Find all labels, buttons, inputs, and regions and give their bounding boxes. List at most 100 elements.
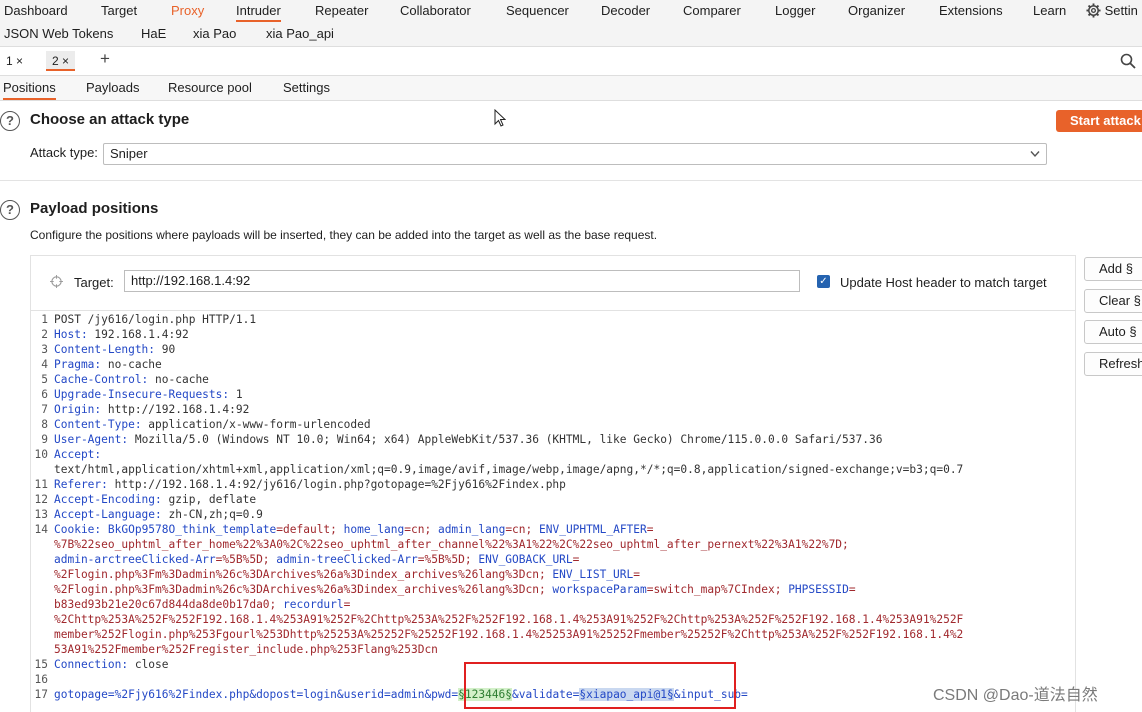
- request-line-7: 7 Origin: http://192.168.1.4:92: [30, 402, 1074, 417]
- request-line-13: 13 Accept-Language: zh-CN,zh;q=0.9: [30, 507, 1074, 522]
- cookie-value: =: [646, 523, 654, 536]
- request-line-3: 3 Content-Length: 90: [30, 342, 1074, 357]
- request-tab-1[interactable]: 1 ×: [0, 51, 29, 71]
- line-number: 14: [34, 523, 48, 536]
- clear-markers-button[interactable]: Clear §: [1084, 289, 1142, 313]
- header-value: http://192.168.1.4:92: [101, 403, 250, 416]
- request-line-14-cont: %2Flogin.php%3Fm%3Dadmin%26c%3DArchives%…: [30, 582, 1074, 597]
- tab-organizer[interactable]: Organizer: [848, 0, 905, 22]
- cookie-value: =default;: [276, 523, 337, 536]
- header-name: Content-Type:: [54, 418, 142, 431]
- tab-positions[interactable]: Positions: [3, 76, 56, 100]
- update-host-checkbox[interactable]: ✓: [817, 275, 830, 288]
- request-line-1: 1 POST /jy616/login.php HTTP/1.1: [30, 312, 1074, 327]
- request-tab-2[interactable]: 2 ×: [46, 51, 76, 71]
- search-icon[interactable]: [1120, 53, 1136, 69]
- header-value: zh-CN,zh;q=0.9: [161, 508, 263, 521]
- cookie-name: admin_lang: [431, 523, 506, 536]
- cookie-value: =switch_map%7CIndex;: [646, 583, 782, 596]
- header-name: Pragma:: [54, 358, 102, 371]
- tab-hae[interactable]: HaE: [141, 22, 166, 46]
- request-line-14-cont: %2Chttp%253A%252F%252F192.168.1.4%253A91…: [30, 612, 1074, 627]
- payload-positions-heading: Payload positions: [30, 200, 159, 217]
- cookie-value: =%5B%5D;: [215, 553, 270, 566]
- header-value: http://192.168.1.4:92/jy616/login.php?go…: [107, 478, 566, 491]
- cookie-value: %2Flogin.php%3Fm%3Dadmin%26c%3DArchives%…: [54, 568, 546, 581]
- header-name: Upgrade-Insecure-Requests:: [54, 388, 230, 401]
- tab-xia-pao-api[interactable]: xia Pao_api: [266, 22, 334, 46]
- start-attack-button[interactable]: Start attack: [1056, 110, 1142, 132]
- tab-settings[interactable]: Settings: [283, 76, 330, 100]
- gear-icon: [1086, 3, 1101, 18]
- request-line-8: 8 Content-Type: application/x-www-form-ur…: [30, 417, 1074, 432]
- request-line-2: 2 Host: 192.168.1.4:92: [30, 327, 1074, 342]
- crosshair-icon: [50, 275, 63, 288]
- tab-dashboard[interactable]: Dashboard: [4, 0, 68, 22]
- tab-learn[interactable]: Learn: [1033, 0, 1066, 22]
- tab-resource-pool[interactable]: Resource pool: [168, 76, 252, 100]
- tab-payloads[interactable]: Payloads: [86, 76, 139, 100]
- cursor-icon: [494, 109, 506, 127]
- help-icon[interactable]: ?: [0, 200, 20, 220]
- cookie-value: =: [343, 598, 351, 611]
- tab-json-web-tokens[interactable]: JSON Web Tokens: [4, 22, 113, 46]
- help-icon[interactable]: ?: [0, 111, 20, 131]
- cookie-value: %2Flogin.php%3Fm%3Dadmin%26c%3DArchives%…: [54, 583, 546, 596]
- request-line-text: POST /jy616/login.php HTTP/1.1: [54, 313, 257, 326]
- header-value: close: [128, 658, 169, 671]
- cookie-value: %2Chttp%253A%252F%252F192.168.1.4%253A91…: [54, 613, 964, 626]
- divider: [0, 180, 1142, 181]
- target-input[interactable]: http://192.168.1.4:92: [124, 270, 800, 292]
- request-line-5: 5 Cache-Control: no-cache: [30, 372, 1074, 387]
- attack-type-select[interactable]: Sniper: [103, 143, 1047, 165]
- tab-extensions[interactable]: Extensions: [939, 0, 1003, 22]
- add-marker-button[interactable]: Add §: [1084, 257, 1142, 281]
- cookie-name: recordurl: [276, 598, 344, 611]
- line-number: 13: [34, 508, 48, 521]
- cookie-value: member%252Flogin.php%253Fgourl%253Dhttp%…: [54, 628, 964, 641]
- settings-button[interactable]: Settin: [1086, 0, 1138, 22]
- refresh-button[interactable]: Refresh: [1084, 352, 1142, 376]
- tab-intruder[interactable]: Intruder: [236, 0, 281, 22]
- request-line-14-cont: %2Flogin.php%3Fm%3Dadmin%26c%3DArchives%…: [30, 567, 1074, 582]
- cookie-value: =: [633, 568, 640, 581]
- header-name: Referer:: [54, 478, 108, 491]
- tab-logger[interactable]: Logger: [775, 0, 815, 22]
- header-value: application/x-www-form-urlencoded: [141, 418, 371, 431]
- cookie-value: =cn;: [505, 523, 533, 536]
- request-line-14: 14 Cookie: BkGOp9578O_think_template=defa…: [30, 522, 1074, 537]
- line-number: 16: [34, 673, 48, 686]
- highlight-box: [464, 662, 736, 709]
- request-line-9: 9 User-Agent: Mozilla/5.0 (Windows NT 10.…: [30, 432, 1074, 447]
- cookie-value: =: [848, 583, 856, 596]
- tab-target[interactable]: Target: [101, 0, 137, 22]
- tab-xia-pao[interactable]: xia Pao: [193, 22, 236, 46]
- cookie-name: BkGOp9578O_think_template: [101, 523, 277, 536]
- tab-repeater[interactable]: Repeater: [315, 0, 368, 22]
- line-number: 2: [41, 328, 48, 341]
- attack-type-label: Attack type:: [30, 145, 98, 160]
- line-number: 9: [41, 433, 48, 446]
- header-name: Cookie:: [54, 523, 102, 536]
- request-line-14-cont: 53A91%252Fmember%252Fregister_include.ph…: [30, 642, 1074, 657]
- tab-collaborator[interactable]: Collaborator: [400, 0, 471, 22]
- tab-proxy[interactable]: Proxy: [171, 0, 204, 22]
- header-name: Accept-Encoding:: [54, 493, 162, 506]
- watermark: CSDN @Dao-道法自然: [933, 687, 1098, 704]
- cookie-value: %7B%22seo_uphtml_after_home%22%3A0%2C%22…: [54, 538, 849, 551]
- header-value: Mozilla/5.0 (Windows NT 10.0; Win64; x64…: [128, 433, 883, 446]
- request-line-14-cont: member%252Flogin.php%253Fgourl%253Dhttp%…: [30, 627, 1074, 642]
- cookie-value: b83ed93b21e20c67d844da8de0b17da0;: [54, 598, 277, 611]
- auto-markers-button[interactable]: Auto §: [1084, 320, 1142, 344]
- line-number: 10: [34, 448, 48, 461]
- request-line-4: 4 Pragma: no-cache: [30, 357, 1074, 372]
- tab-comparer[interactable]: Comparer: [683, 0, 741, 22]
- request-line-10: 10 Accept:: [30, 447, 1074, 462]
- tab-decoder[interactable]: Decoder: [601, 0, 650, 22]
- header-value: no-cache: [101, 358, 162, 371]
- tab-sequencer[interactable]: Sequencer: [506, 0, 569, 22]
- attack-type-heading: Choose an attack type: [30, 111, 190, 128]
- add-tab-button[interactable]: +: [94, 49, 116, 69]
- chevron-down-icon: [1030, 151, 1040, 158]
- request-line-14-cont: b83ed93b21e20c67d844da8de0b17da0; record…: [30, 597, 1074, 612]
